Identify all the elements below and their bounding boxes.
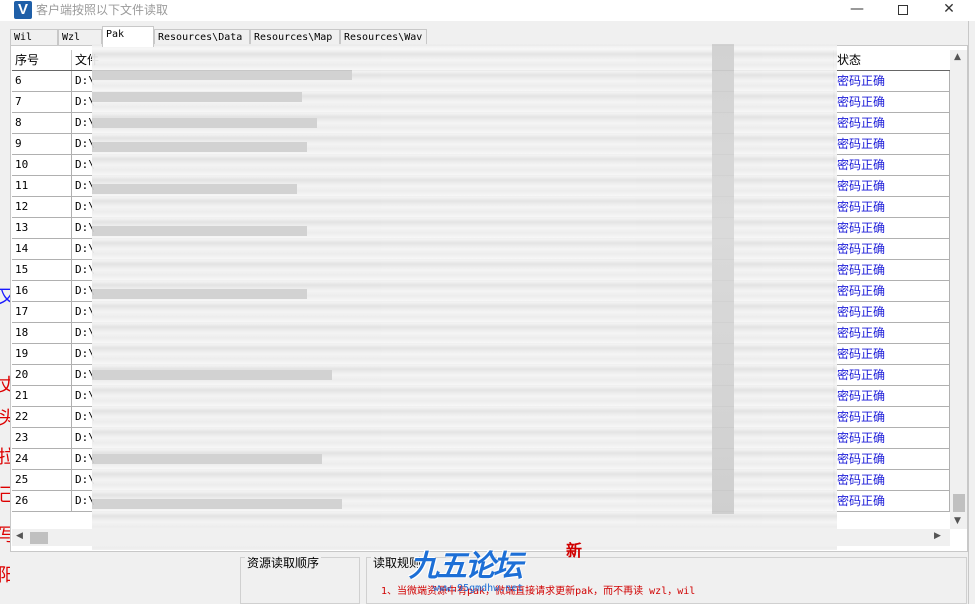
cell-status: 密码正确 (834, 239, 950, 259)
cell-index: 17 (12, 302, 72, 322)
window-title: 客户端按照以下文件读取 (36, 3, 169, 17)
close-button[interactable]: ✕ (926, 0, 972, 21)
cell-status: 密码正确 (834, 365, 950, 385)
background-glyph: 头 (0, 408, 10, 429)
background-glyph: 丈 (0, 375, 10, 396)
cell-index: 24 (12, 449, 72, 469)
cell-index: 9 (12, 134, 72, 154)
cell-index: 23 (12, 428, 72, 448)
cell-status: 密码正确 (834, 407, 950, 427)
cell-index: 26 (12, 491, 72, 511)
cell-index: 16 (12, 281, 72, 301)
background-glyph: 又 (0, 287, 10, 308)
tab-pak[interactable]: Pak (102, 26, 154, 47)
cell-index: 10 (12, 155, 72, 175)
redacted-block (92, 142, 307, 152)
app-logo-icon: V (14, 1, 32, 19)
redacted-block (92, 499, 342, 509)
background-app-edge: 又 丈 头 拉 己 写 阳 (0, 21, 10, 604)
cell-status: 密码正确 (834, 113, 950, 133)
tab-wil[interactable]: Wil (10, 29, 58, 46)
scroll-down-icon[interactable]: ▼ (954, 516, 961, 526)
cell-status: 密码正确 (834, 386, 950, 406)
maximize-icon (898, 5, 908, 15)
cell-status: 密码正确 (834, 176, 950, 196)
cell-status: 密码正确 (834, 344, 950, 364)
cell-index: 7 (12, 92, 72, 112)
redacted-block (92, 184, 297, 194)
redacted-region (92, 44, 837, 550)
background-glyph: 写 (0, 525, 10, 546)
minimize-button[interactable]: — (834, 0, 880, 21)
app-window: V 客户端按照以下文件读取 — ✕ 又 丈 头 拉 己 写 阳 Wil Wzl … (0, 0, 975, 604)
cell-index: 12 (12, 197, 72, 217)
vertical-scrollbar[interactable]: ▲ ▼ (950, 50, 967, 529)
cell-status: 密码正确 (834, 260, 950, 280)
cell-index: 13 (12, 218, 72, 238)
cell-index: 22 (12, 407, 72, 427)
maximize-button[interactable] (880, 0, 926, 21)
forum-watermark: 九五论坛 新 www.95gmdhw.net (403, 537, 593, 597)
redacted-block (92, 70, 352, 80)
scroll-left-icon[interactable]: ◀ (16, 531, 23, 541)
redacted-column (712, 44, 734, 514)
column-header-index[interactable]: 序号 (12, 50, 72, 70)
background-app-edge-right (968, 21, 975, 604)
redacted-block (92, 289, 307, 299)
background-glyph: 己 (0, 485, 10, 506)
cell-status: 密码正确 (834, 428, 950, 448)
cell-status: 密码正确 (834, 491, 950, 511)
cell-status: 密码正确 (834, 71, 950, 91)
cell-status: 密码正确 (834, 134, 950, 154)
background-glyph: 阳 (0, 565, 10, 586)
cell-status: 密码正确 (834, 197, 950, 217)
scroll-right-icon[interactable]: ▶ (934, 531, 941, 541)
cell-index: 25 (12, 470, 72, 490)
cell-status: 密码正确 (834, 302, 950, 322)
cell-index: 6 (12, 71, 72, 91)
cell-index: 8 (12, 113, 72, 133)
cell-index: 15 (12, 260, 72, 280)
redacted-block (92, 226, 307, 236)
redacted-block (92, 92, 302, 102)
cell-status: 密码正确 (834, 281, 950, 301)
tab-strip: Wil Wzl Pak Resources\Data Resources\Map… (10, 26, 968, 47)
title-bar: V 客户端按照以下文件读取 — ✕ (0, 0, 975, 21)
cell-status: 密码正确 (834, 155, 950, 175)
cell-index: 20 (12, 365, 72, 385)
column-header-status[interactable]: 状态 (834, 50, 950, 70)
cell-index: 11 (12, 176, 72, 196)
watermark-logo-text: 九五论坛 (409, 549, 523, 584)
watermark-url: www.95gmdhw.net (433, 583, 524, 594)
cell-index: 14 (12, 239, 72, 259)
redacted-block (92, 454, 322, 464)
background-glyph: 拉 (0, 447, 10, 468)
scroll-up-icon[interactable]: ▲ (954, 52, 961, 62)
cell-status: 密码正确 (834, 92, 950, 112)
scrollbar-thumb[interactable] (30, 532, 48, 544)
redacted-block (92, 118, 317, 128)
redacted-block (92, 370, 332, 380)
cell-status: 密码正确 (834, 449, 950, 469)
resource-order-title: 资源读取顺序 (245, 556, 322, 570)
cell-index: 18 (12, 323, 72, 343)
scrollbar-thumb[interactable] (953, 494, 965, 512)
resource-order-group: 资源读取顺序 (240, 556, 360, 604)
cell-index: 19 (12, 344, 72, 364)
cell-status: 密码正确 (834, 323, 950, 343)
cell-index: 21 (12, 386, 72, 406)
cell-status: 密码正确 (834, 470, 950, 490)
cell-status: 密码正确 (834, 218, 950, 238)
watermark-seal: 新 (566, 541, 583, 560)
